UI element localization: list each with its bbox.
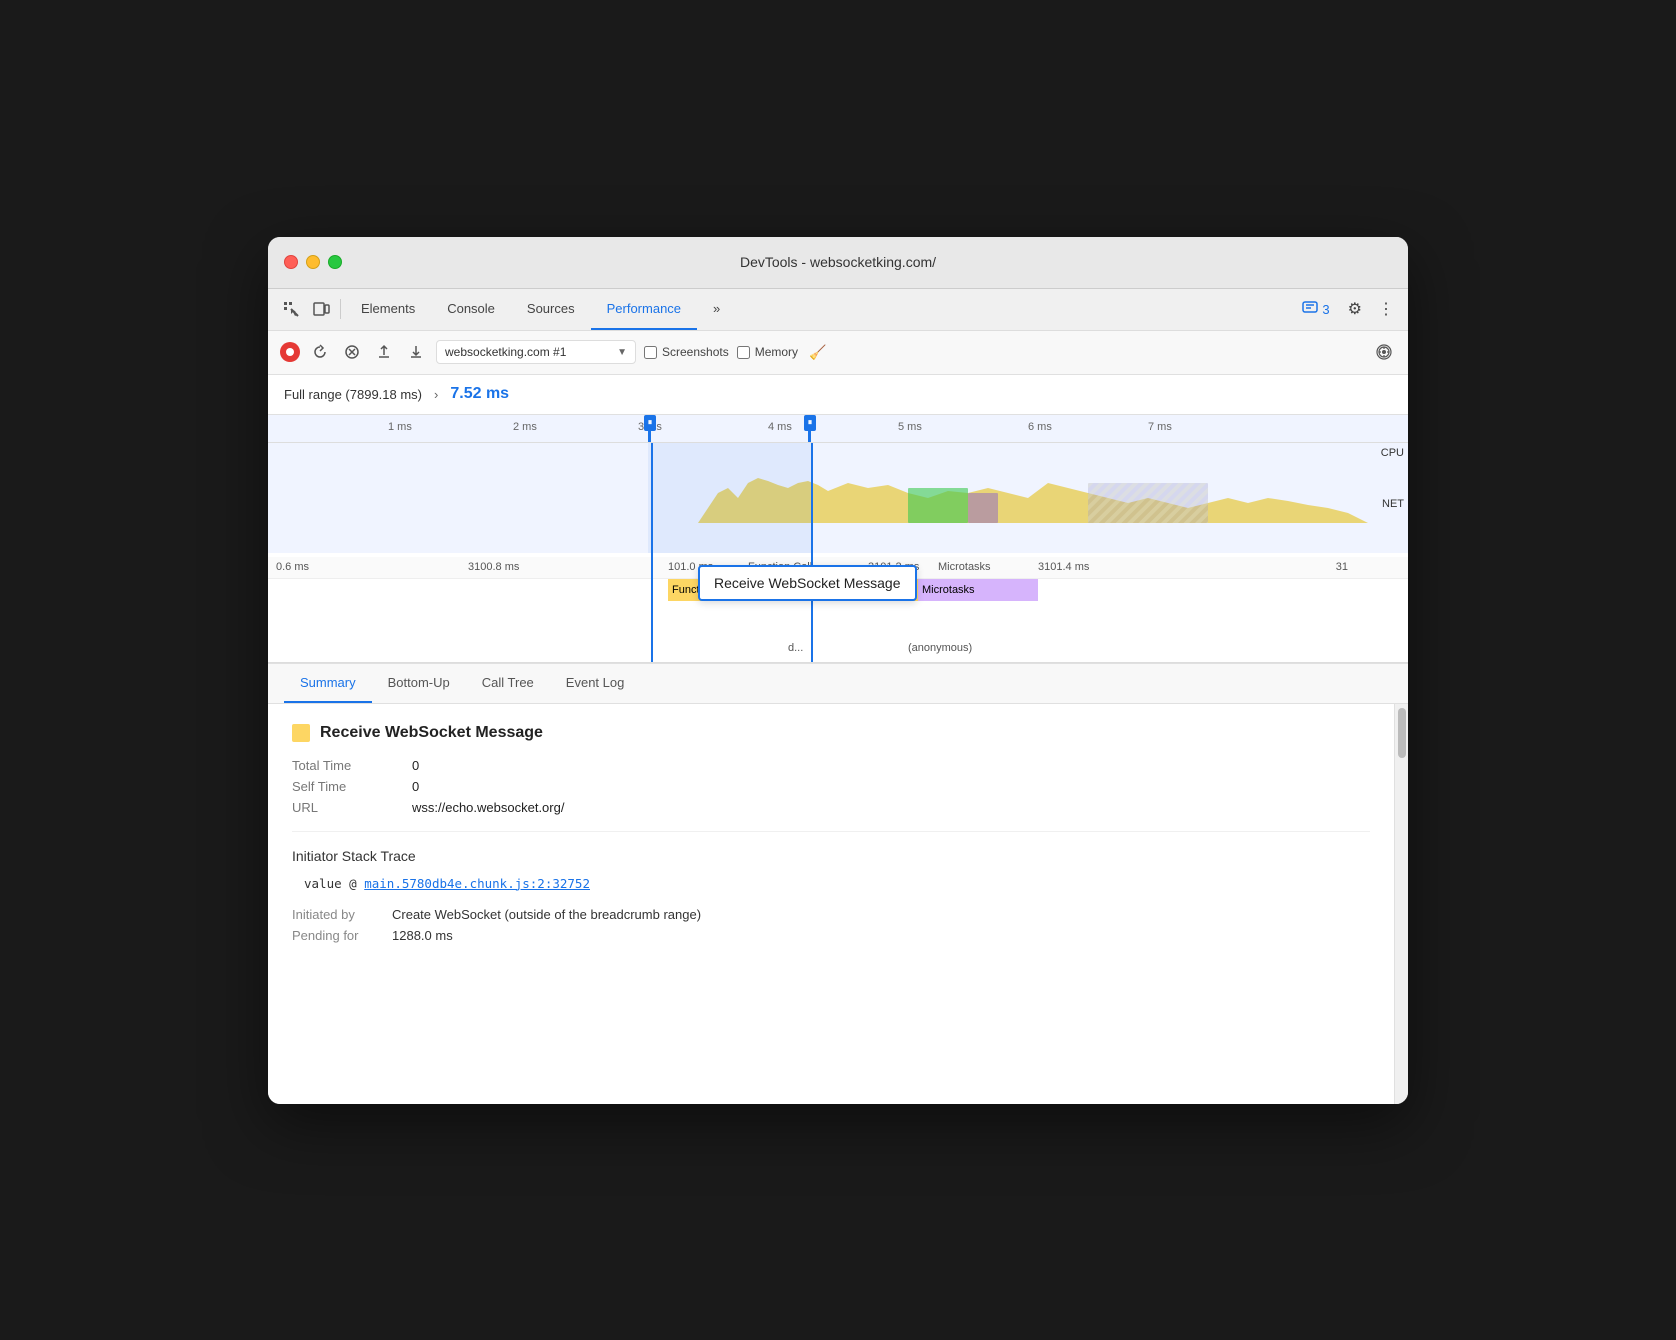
tab-bottom-up[interactable]: Bottom-Up — [372, 665, 466, 703]
stack-trace-link[interactable]: main.5780db4e.chunk.js:2:32752 — [364, 876, 590, 891]
initiated-by-row: Initiated by Create WebSocket (outside o… — [292, 907, 1370, 922]
timeline-ruler: 1 ms 2 ms 3 ms 4 ms 5 ms 6 ms 7 ms ⏸ ⏸ — [268, 415, 1408, 443]
range-bar: Full range (7899.18 ms) › 7.52 ms — [268, 375, 1408, 415]
url-text: websocketking.com #1 — [445, 345, 613, 359]
tab-sources[interactable]: Sources — [511, 288, 591, 330]
summary-container: Receive WebSocket Message Total Time 0 S… — [268, 704, 1408, 1104]
record-button[interactable] — [280, 342, 300, 362]
flame-right-line — [811, 553, 813, 662]
ruler-mark-6ms: 6 ms — [1028, 421, 1052, 433]
feedback-count: 3 — [1322, 302, 1329, 317]
scrollbar-thumb[interactable] — [1398, 708, 1406, 758]
close-button[interactable] — [284, 255, 298, 269]
total-time-label: Total Time — [292, 758, 412, 773]
summary-event-title: Receive WebSocket Message — [292, 724, 1370, 742]
full-range-text: Full range (7899.18 ms) — [284, 387, 422, 402]
maximize-button[interactable] — [328, 255, 342, 269]
initiated-by-value: Create WebSocket (outside of the breadcr… — [392, 907, 1370, 922]
anonymous-label: (anonymous) — [908, 642, 972, 654]
clear-button[interactable] — [340, 340, 364, 364]
flame-left-line — [651, 553, 653, 662]
pending-for-label: Pending for — [292, 928, 392, 943]
ruler-mark-7ms: 7 ms — [1148, 421, 1172, 433]
tab-elements[interactable]: Elements — [345, 288, 431, 330]
more-menu-btn[interactable]: ⋮ — [1372, 295, 1400, 323]
devtools-window: DevTools - websocketking.com/ Elements C… — [268, 237, 1408, 1104]
memory-checkbox[interactable] — [737, 346, 750, 359]
flame-chart: 0.6 ms 3100.8 ms 101.0 ms Function Call … — [268, 553, 1408, 663]
pending-for-value: 1288.0 ms — [392, 928, 1370, 943]
feedback-badge-btn[interactable]: 3 — [1294, 297, 1337, 321]
tab-summary[interactable]: Summary — [284, 665, 372, 703]
tab-more[interactable]: » — [697, 288, 736, 330]
initiator-title: Initiator Stack Trace — [292, 848, 1370, 864]
settings-btn[interactable]: ⚙ — [1342, 295, 1368, 323]
pending-for-row: Pending for 1288.0 ms — [292, 928, 1370, 943]
bottom-tabs: Summary Bottom-Up Call Tree Event Log — [268, 664, 1408, 704]
cpu-label: CPU — [1381, 447, 1404, 459]
minimize-button[interactable] — [306, 255, 320, 269]
track-left-line — [651, 443, 653, 553]
upload-button[interactable] — [372, 340, 396, 364]
initiated-by-label: Initiated by — [292, 907, 392, 922]
inspect-icon-btn[interactable] — [276, 296, 306, 322]
tab-console[interactable]: Console — [431, 288, 511, 330]
timeline-area: 1 ms 2 ms 3 ms 4 ms 5 ms 6 ms 7 ms ⏸ ⏸ — [268, 415, 1408, 664]
broom-button[interactable]: 🧹 — [806, 340, 830, 364]
url-selector[interactable]: websocketking.com #1 ▼ — [436, 340, 636, 364]
initiated-rows: Initiated by Create WebSocket (outside o… — [292, 907, 1370, 943]
left-handle[interactable]: ⏸ — [648, 415, 651, 443]
toolbar-separator — [340, 299, 341, 319]
track-right-line — [811, 443, 813, 553]
nav-toolbar: Elements Console Sources Performance » 3… — [268, 289, 1408, 331]
ruler-mark-4ms: 4 ms — [768, 421, 792, 433]
ruler-mark-2ms: 2 ms — [513, 421, 537, 433]
tab-performance[interactable]: Performance — [591, 288, 697, 330]
microtasks-bar[interactable]: Microtasks — [918, 579, 1038, 601]
total-time-value: 0 — [412, 758, 1370, 773]
title-bar: DevTools - websocketking.com/ — [268, 237, 1408, 289]
tab-call-tree[interactable]: Call Tree — [466, 665, 550, 703]
screenshots-checkbox-label[interactable]: Screenshots — [644, 345, 729, 359]
self-time-row: Self Time 0 — [292, 779, 1370, 794]
scrollbar-track[interactable] — [1394, 704, 1408, 1104]
d-label: d... — [788, 642, 803, 654]
download-button[interactable] — [404, 340, 428, 364]
toolbar-right: 3 ⚙ ⋮ — [1294, 295, 1400, 323]
ruler-mark-5ms: 5 ms — [898, 421, 922, 433]
url-dropdown-icon: ▼ — [617, 347, 627, 358]
tab-event-log[interactable]: Event Log — [550, 665, 641, 703]
stack-trace-row: value @ main.5780db4e.chunk.js:2:32752 — [292, 876, 1370, 891]
device-icon-btn[interactable] — [306, 296, 336, 322]
net-label: NET — [1382, 498, 1404, 510]
self-time-label: Self Time — [292, 779, 412, 794]
traffic-lights — [284, 255, 342, 269]
nav-tabs: Elements Console Sources Performance » — [345, 288, 1294, 330]
summary-area: Receive WebSocket Message Total Time 0 S… — [268, 704, 1394, 1104]
reload-button[interactable] — [308, 340, 332, 364]
url-row: URL wss://echo.websocket.org/ — [292, 800, 1370, 815]
summary-divider — [292, 831, 1370, 832]
event-color-indicator — [292, 724, 310, 742]
self-time-value: 0 — [412, 779, 1370, 794]
screenshots-checkbox[interactable] — [644, 346, 657, 359]
ruler-mark-1ms: 1 ms — [388, 421, 412, 433]
window-title: DevTools - websocketking.com/ — [740, 254, 936, 270]
perf-settings-btn[interactable] — [1372, 340, 1396, 364]
record-bar: websocketking.com #1 ▼ Screenshots Memor… — [268, 331, 1408, 375]
memory-checkbox-label[interactable]: Memory — [737, 345, 798, 359]
right-handle[interactable]: ⏸ — [808, 415, 811, 443]
url-label: URL — [292, 800, 412, 815]
total-time-row: Total Time 0 — [292, 758, 1370, 773]
selected-range: 7.52 ms — [450, 385, 509, 403]
url-value: wss://echo.websocket.org/ — [412, 800, 1370, 815]
timeline-tracks: CPU NET — [268, 443, 1408, 553]
cpu-chart-svg — [268, 443, 1408, 553]
range-arrow-icon: › — [434, 387, 438, 402]
